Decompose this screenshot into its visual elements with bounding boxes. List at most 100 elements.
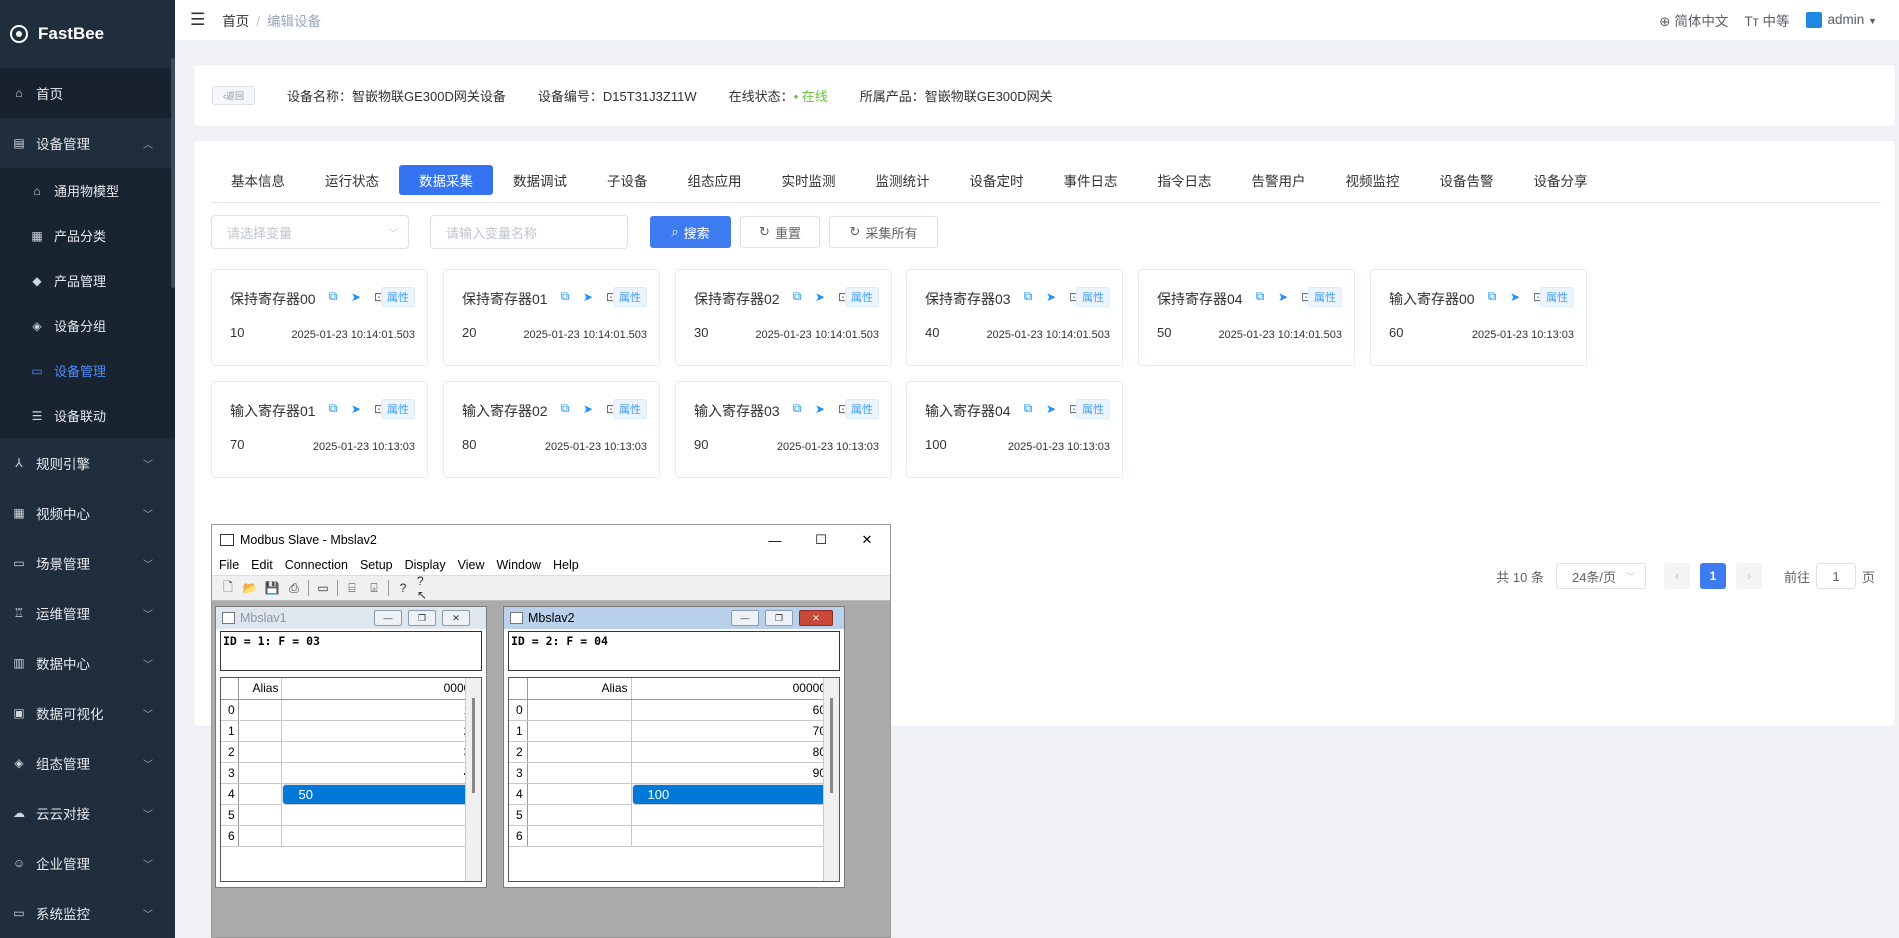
sidebar-sub-item-current[interactable]: ▭ 设备管理 [0, 348, 175, 393]
window-titlebar[interactable]: Modbus Slave - Mbslav2 — ☐ ✕ [212, 525, 890, 555]
tab-item[interactable]: 事件日志 [1044, 165, 1138, 195]
menu-item[interactable]: File [219, 558, 239, 572]
value-cell[interactable]: 20 [281, 720, 481, 742]
child-titlebar[interactable]: Mbslav2 — ❐ ✕ [504, 607, 844, 629]
alias-cell[interactable] [527, 804, 632, 826]
alias-cell[interactable] [527, 825, 632, 847]
send-icon[interactable]: ➤ [1044, 290, 1058, 304]
alias-cell[interactable] [238, 783, 283, 805]
save-icon[interactable]: 💾 [264, 580, 280, 596]
minimize-icon[interactable]: — [374, 610, 402, 626]
alias-cell[interactable] [527, 762, 632, 784]
alias-cell[interactable] [238, 762, 283, 784]
cube-icon[interactable]: ⧉ [1021, 289, 1035, 304]
sidebar-item-cloud[interactable]: ☁ 云云对接 ﹀ [0, 788, 175, 838]
menu-item[interactable]: Setup [360, 558, 393, 572]
value-cell[interactable]: 10 [281, 699, 481, 721]
cube-icon[interactable]: ⧉ [790, 401, 804, 416]
close-icon[interactable]: ✕ [799, 610, 833, 626]
send-icon[interactable]: ➤ [581, 290, 595, 304]
context-help-icon[interactable]: ?↖ [417, 574, 433, 602]
send-icon[interactable]: ➤ [1508, 290, 1522, 304]
tab-item[interactable]: 监测统计 [856, 165, 950, 195]
user-menu[interactable]: admin ▼ [1805, 12, 1877, 29]
send-icon[interactable]: ➤ [581, 402, 595, 416]
minimize-icon[interactable]: — [731, 610, 759, 626]
value-cell[interactable]: 70 [631, 720, 830, 742]
close-icon[interactable]: ✕ [844, 525, 890, 555]
menu-item[interactable]: Display [405, 558, 446, 572]
sidebar-sub-item[interactable]: ☰ 设备联动 [0, 393, 175, 438]
table-scrollbar[interactable] [823, 678, 839, 881]
sidebar-sub-item[interactable]: ▦ 产品分类 [0, 213, 175, 258]
tab-item[interactable]: 数据采集 [399, 165, 493, 195]
sidebar-sub-item[interactable]: ◈ 设备分组 [0, 303, 175, 348]
value-cell[interactable]: 100 [631, 783, 830, 805]
breadcrumb-home[interactable]: 首页 [222, 14, 249, 29]
value-cell[interactable]: 90 [631, 762, 830, 784]
print-icon[interactable]: ⎙ [286, 580, 302, 596]
tab-item[interactable]: 基本信息 [211, 165, 305, 195]
cube-icon[interactable]: ⧉ [326, 289, 340, 304]
value-cell[interactable]: 40 [281, 762, 481, 784]
menu-item[interactable]: Help [553, 558, 579, 572]
alias-cell[interactable] [527, 741, 632, 763]
menu-item[interactable]: View [458, 558, 485, 572]
send-icon[interactable]: ➤ [813, 402, 827, 416]
sidebar-item-data[interactable]: ▥ 数据中心 ﹀ [0, 638, 175, 688]
value-cell[interactable]: 50 [282, 783, 481, 805]
sidebar-item-enterprise[interactable]: ☺ 企业管理 ﹀ [0, 838, 175, 888]
language-switch[interactable]: ⊕ 简体中文 [1659, 10, 1728, 30]
tab-item[interactable]: 数据调试 [493, 165, 587, 195]
tab-item[interactable]: 设备分享 [1514, 165, 1608, 195]
variable-select[interactable]: 请选择变量 ﹀ [211, 215, 409, 249]
disconnect-icon[interactable]: ⌻ [366, 580, 382, 596]
page-size-select[interactable]: 24条/页 ﹀ [1555, 563, 1646, 589]
alias-cell[interactable] [527, 783, 632, 805]
cube-icon[interactable]: ⧉ [1021, 401, 1035, 416]
sidebar-item-monitor[interactable]: ▭ 系统监控 ﹀ [0, 888, 175, 938]
hamburger-icon[interactable]: ☰ [190, 10, 205, 30]
window-icon[interactable]: ▭ [315, 580, 331, 596]
tab-item[interactable]: 组态应用 [668, 165, 762, 195]
send-icon[interactable]: ➤ [813, 290, 827, 304]
value-cell[interactable] [281, 804, 481, 826]
sidebar-scrollbar[interactable] [171, 58, 175, 288]
menu-item[interactable]: Edit [251, 558, 273, 572]
variable-name-input[interactable]: 请输入变量名称 [430, 215, 628, 249]
sidebar-item-config[interactable]: ◈ 组态管理 ﹀ [0, 738, 175, 788]
tab-item[interactable]: 子设备 [587, 165, 668, 195]
alias-cell[interactable] [238, 720, 283, 742]
tab-item[interactable]: 告警用户 [1232, 165, 1326, 195]
value-cell[interactable] [281, 825, 481, 847]
value-cell[interactable]: 30 [281, 741, 481, 763]
cube-icon[interactable]: ⧉ [1253, 289, 1267, 304]
cube-icon[interactable]: ⧉ [558, 401, 572, 416]
sidebar-item-home[interactable]: ⌂ 首页 [0, 68, 175, 118]
value-cell[interactable] [631, 804, 830, 826]
connect-icon[interactable]: ⌸ [344, 580, 360, 596]
alias-cell[interactable] [527, 699, 632, 721]
sidebar-item-video[interactable]: ▦ 视频中心 ﹀ [0, 488, 175, 538]
tab-item[interactable]: 实时监测 [762, 165, 856, 195]
cube-icon[interactable]: ⧉ [326, 401, 340, 416]
alias-cell[interactable] [238, 825, 283, 847]
send-icon[interactable]: ➤ [349, 290, 363, 304]
sidebar-item-scene[interactable]: ▭ 场景管理 ﹀ [0, 538, 175, 588]
collect-all-button[interactable]: ↻ 采集所有 [829, 216, 938, 248]
sidebar-item-visual[interactable]: ▣ 数据可视化 ﹀ [0, 688, 175, 738]
table-scrollbar[interactable] [465, 678, 481, 881]
cube-icon[interactable]: ⧉ [558, 289, 572, 304]
restore-icon[interactable]: ❐ [765, 610, 793, 626]
menu-item[interactable]: Connection [285, 558, 348, 572]
minimize-icon[interactable]: — [752, 525, 798, 555]
child-window-mbslav2[interactable]: Mbslav2— ❐ ✕ ID = 2: F = 04 Alias 00000 0 60 1 70… [503, 606, 845, 888]
back-button[interactable]: ‹ 返回 [212, 86, 255, 105]
value-cell[interactable]: 80 [631, 741, 830, 763]
open-folder-icon[interactable]: 📂 [242, 580, 258, 596]
send-icon[interactable]: ➤ [349, 402, 363, 416]
cube-icon[interactable]: ⧉ [790, 289, 804, 304]
goto-page-input[interactable]: 1 [1815, 563, 1856, 589]
sidebar-item-ops[interactable]: ♖ 运维管理 ﹀ [0, 588, 175, 638]
close-icon[interactable]: ✕ [442, 610, 470, 626]
